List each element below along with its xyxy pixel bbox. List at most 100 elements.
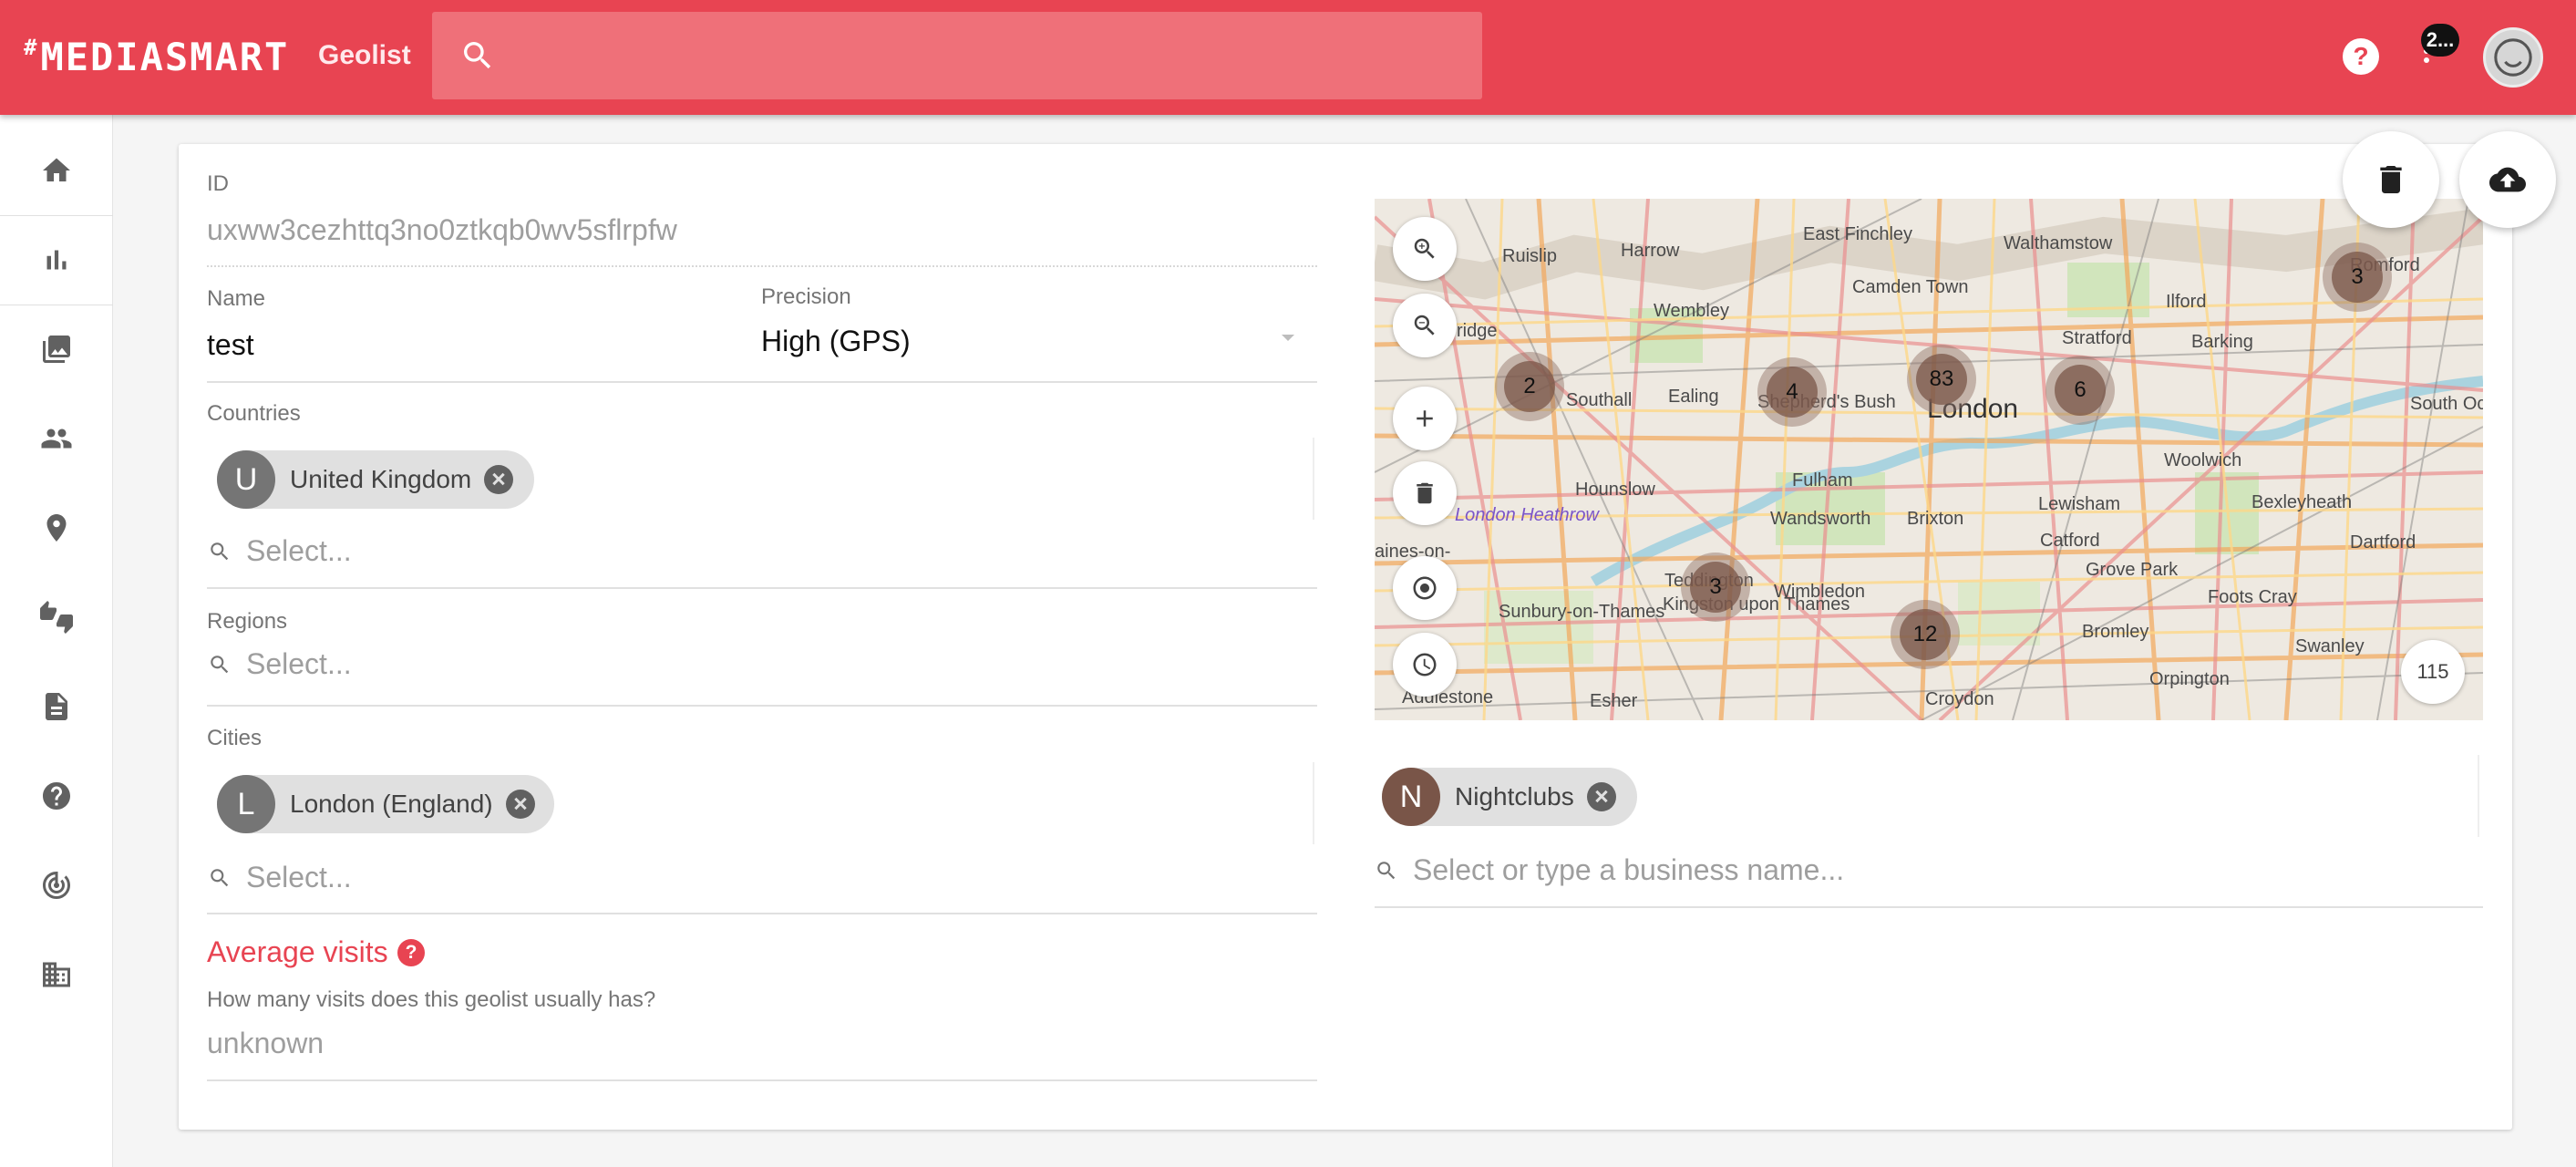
country-chip-united-kingdom: U United Kingdom (217, 450, 534, 509)
sidebar-item-reports[interactable] (0, 215, 113, 305)
map-cluster[interactable]: 83 (1907, 345, 1976, 414)
brand-logo[interactable]: #MEDIASMART (24, 35, 289, 79)
photo-library-icon (43, 336, 70, 363)
document-icon (46, 693, 67, 720)
map-place-label: Dartford (2350, 532, 2416, 553)
name-field[interactable]: test (207, 328, 254, 362)
chip-avatar: L (217, 775, 275, 833)
target-icon (1413, 576, 1437, 600)
sidebar-item-creatives[interactable] (0, 305, 113, 394)
chip-avatar: N (1382, 768, 1440, 826)
map-place-label: Southall (1566, 390, 1633, 410)
map-place-label: Camden Town (1852, 277, 1969, 297)
map-place-label: Wembley (1654, 301, 1729, 321)
sidebar (0, 115, 113, 1167)
map-place-label: Walthamstow (2004, 233, 2113, 253)
user-avatar[interactable] (2483, 27, 2543, 88)
help-icon[interactable]: ? (2343, 38, 2379, 75)
map-place-label: Wandsworth (1770, 509, 1871, 529)
cities-label: Cities (207, 726, 263, 750)
precision-select[interactable]: High (GPS) (761, 325, 911, 358)
zoom-out-button[interactable] (1393, 294, 1457, 357)
zoom-in-icon (1414, 238, 1435, 259)
map-place-label: Stratford (2062, 328, 2132, 348)
name-label: Name (207, 286, 266, 311)
global-search[interactable] (432, 12, 1482, 99)
business-select[interactable]: Select or type a business name... (1375, 853, 1844, 887)
cloud-upload-icon (2489, 167, 2526, 192)
map-place-label: Foots Cray (2208, 587, 2297, 607)
history-button[interactable] (1393, 633, 1457, 697)
map-place-label: Brixton (1907, 509, 1964, 529)
track-changes-icon (43, 872, 70, 899)
average-visits-help-icon[interactable]: ? (397, 939, 425, 966)
add-point-button[interactable] (1393, 387, 1457, 450)
map-place-label: Sunbury-on-Thames (1499, 602, 1665, 622)
map-cluster[interactable]: 4 (1757, 357, 1827, 427)
upload-button[interactable] (2459, 131, 2556, 228)
bar-chart-icon (46, 250, 67, 270)
help-icon (43, 782, 70, 810)
zoom-out-icon (1414, 315, 1435, 336)
location-pin-icon (46, 514, 67, 542)
chip-label: London (England) (290, 790, 493, 818)
map-place-label: Swanley (2295, 636, 2365, 656)
app-header: #MEDIASMART Geolist ? 2... (0, 0, 2576, 115)
delete-point-button[interactable] (1393, 461, 1457, 525)
cities-select[interactable]: Select... (208, 861, 352, 894)
search-icon (211, 655, 229, 673)
map-place-label: Harrow (1621, 241, 1680, 261)
search-icon (211, 868, 229, 886)
sidebar-item-home[interactable] (0, 126, 113, 215)
map-cluster[interactable]: 3 (2323, 243, 2392, 312)
map-place-label: Hounslow (1575, 480, 1655, 500)
city-chip-london: L London (England) (217, 775, 554, 833)
countries-select[interactable]: Select... (208, 534, 352, 568)
chip-label: United Kingdom (290, 465, 472, 493)
sidebar-item-documents[interactable] (0, 662, 113, 751)
map-total-points: 115 (2401, 640, 2465, 704)
map-place-label: London Heathrow (1455, 505, 1599, 525)
sidebar-item-audiences[interactable] (0, 394, 113, 483)
average-visits-field[interactable]: unknown (207, 1027, 324, 1060)
chip-label: Nightclubs (1455, 782, 1574, 811)
clock-icon (1413, 653, 1437, 676)
notification-badge[interactable]: 2... (2421, 24, 2459, 57)
chevron-down-icon[interactable] (1282, 335, 1294, 341)
map-place-label: Lewisham (2038, 494, 2121, 514)
map-cluster[interactable]: 3 (1681, 553, 1750, 622)
map-place-label: Ruislip (1502, 246, 1558, 266)
map-place-label: East Finchley (1803, 224, 1913, 244)
locate-button[interactable] (1393, 556, 1457, 620)
delete-button[interactable] (2343, 131, 2439, 228)
map-place-label: Barking (2191, 332, 2253, 352)
chip-avatar: U (217, 450, 275, 509)
home-icon (43, 158, 70, 181)
remove-chip-icon[interactable] (505, 790, 535, 819)
map-place-label: Ilford (2166, 292, 2207, 312)
map-cluster[interactable]: 2 (1495, 352, 1564, 421)
sidebar-item-help[interactable] (0, 751, 113, 841)
sidebar-item-tracking[interactable] (0, 841, 113, 930)
id-value: uxww3cezhttq3no0ztkqb0wv5sflrpfw (207, 213, 677, 246)
search-icon (464, 42, 491, 69)
zoom-in-button[interactable] (1393, 217, 1457, 281)
map-place-label: Bromley (2082, 622, 2149, 642)
regions-select[interactable]: Select... (208, 647, 352, 681)
avatar-face-icon (2494, 38, 2532, 77)
map-cluster[interactable]: 12 (1891, 600, 1960, 669)
sidebar-item-feedback[interactable] (0, 573, 113, 662)
map-place-label: Ealing (1668, 387, 1719, 407)
trash-icon (2380, 166, 2402, 193)
remove-chip-icon[interactable] (1586, 782, 1616, 811)
average-visits-question: How many visits does this geolist usuall… (207, 987, 656, 1012)
geolist-map[interactable]: Ruislip Harrow East Finchley Walthamstow… (1375, 199, 2483, 720)
sidebar-item-organization[interactable] (0, 930, 113, 1019)
people-icon (41, 429, 72, 449)
map-place-label: ridge (1457, 321, 1498, 341)
global-search-input[interactable] (514, 30, 1462, 81)
map-cluster[interactable]: 6 (2045, 356, 2115, 425)
sidebar-item-geolists[interactable] (0, 483, 113, 573)
regions-label: Regions (207, 609, 288, 634)
remove-chip-icon[interactable] (484, 465, 514, 494)
